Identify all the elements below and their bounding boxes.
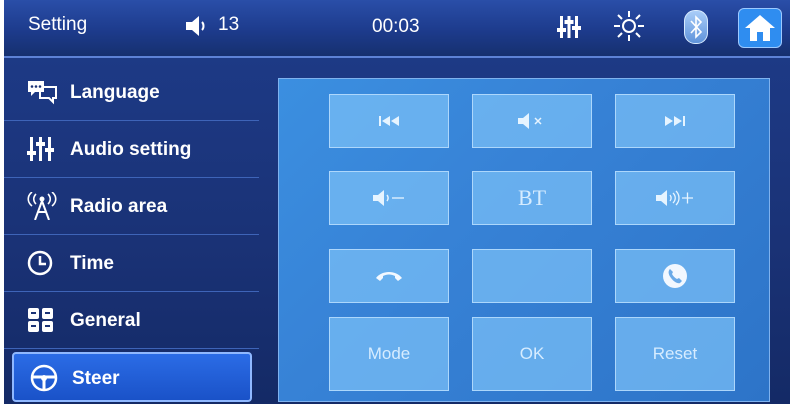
sidebar-item-label: Steer <box>72 368 120 389</box>
equalizer-icon <box>26 135 58 163</box>
reset-button[interactable]: Reset <box>615 317 735 391</box>
clock-icon <box>26 249 58 277</box>
phone-answer-icon <box>662 263 688 289</box>
blank-key-button[interactable] <box>472 249 592 303</box>
sidebar-item-label: Audio setting <box>70 139 192 160</box>
status-bar: Setting 13 00:03 <box>4 0 790 58</box>
antenna-icon <box>26 191 58 221</box>
answer-call-button[interactable] <box>615 249 735 303</box>
steering-wheel-icon <box>28 364 60 392</box>
hang-up-icon <box>374 269 404 283</box>
sidebar-item-general[interactable]: General <box>4 292 259 349</box>
equalizer-icon[interactable] <box>557 14 581 40</box>
volume-up-button[interactable] <box>615 171 735 225</box>
skip-previous-icon <box>378 115 400 127</box>
prev-track-button[interactable] <box>329 94 449 148</box>
volume-up-icon <box>655 189 695 207</box>
page-title: Setting <box>28 14 88 35</box>
sidebar-item-audio-setting[interactable]: Audio setting <box>4 121 259 178</box>
bt-button[interactable]: BT <box>472 171 592 225</box>
head-unit-screen: Setting 13 00:03 Language Audio setting … <box>4 0 790 404</box>
steer-key-panel: BT Mode OK Reset <box>278 78 770 402</box>
sidebar-item-label: Radio area <box>70 196 168 217</box>
brightness-icon[interactable] <box>613 10 645 42</box>
speech-bubbles-icon <box>26 78 58 106</box>
clock: 00:03 <box>372 16 420 37</box>
sidebar-item-language[interactable]: Language <box>4 64 259 121</box>
volume-value: 13 <box>218 14 240 35</box>
volume-down-button[interactable] <box>329 171 449 225</box>
settings-sidebar: Language Audio setting Radio area Time G… <box>4 64 259 404</box>
volume-down-icon <box>372 189 406 207</box>
sidebar-item-label: General <box>70 310 141 331</box>
hang-up-button[interactable] <box>329 249 449 303</box>
mode-button[interactable]: Mode <box>329 317 449 391</box>
sidebar-item-label: Language <box>70 82 160 103</box>
skip-next-icon <box>664 115 686 127</box>
sidebar-item-radio-area[interactable]: Radio area <box>4 178 259 235</box>
speaker-icon[interactable] <box>184 14 210 38</box>
bluetooth-icon[interactable] <box>684 10 708 44</box>
home-icon[interactable] <box>738 8 782 48</box>
sidebar-item-time[interactable]: Time <box>4 235 259 292</box>
mute-button[interactable] <box>472 94 592 148</box>
ok-button[interactable]: OK <box>472 317 592 391</box>
sidebar-item-steer[interactable]: Steer <box>12 352 252 402</box>
sidebar-item-label: Time <box>70 253 115 274</box>
grid-icon <box>26 306 58 334</box>
next-track-button[interactable] <box>615 94 735 148</box>
mute-icon <box>517 112 547 130</box>
